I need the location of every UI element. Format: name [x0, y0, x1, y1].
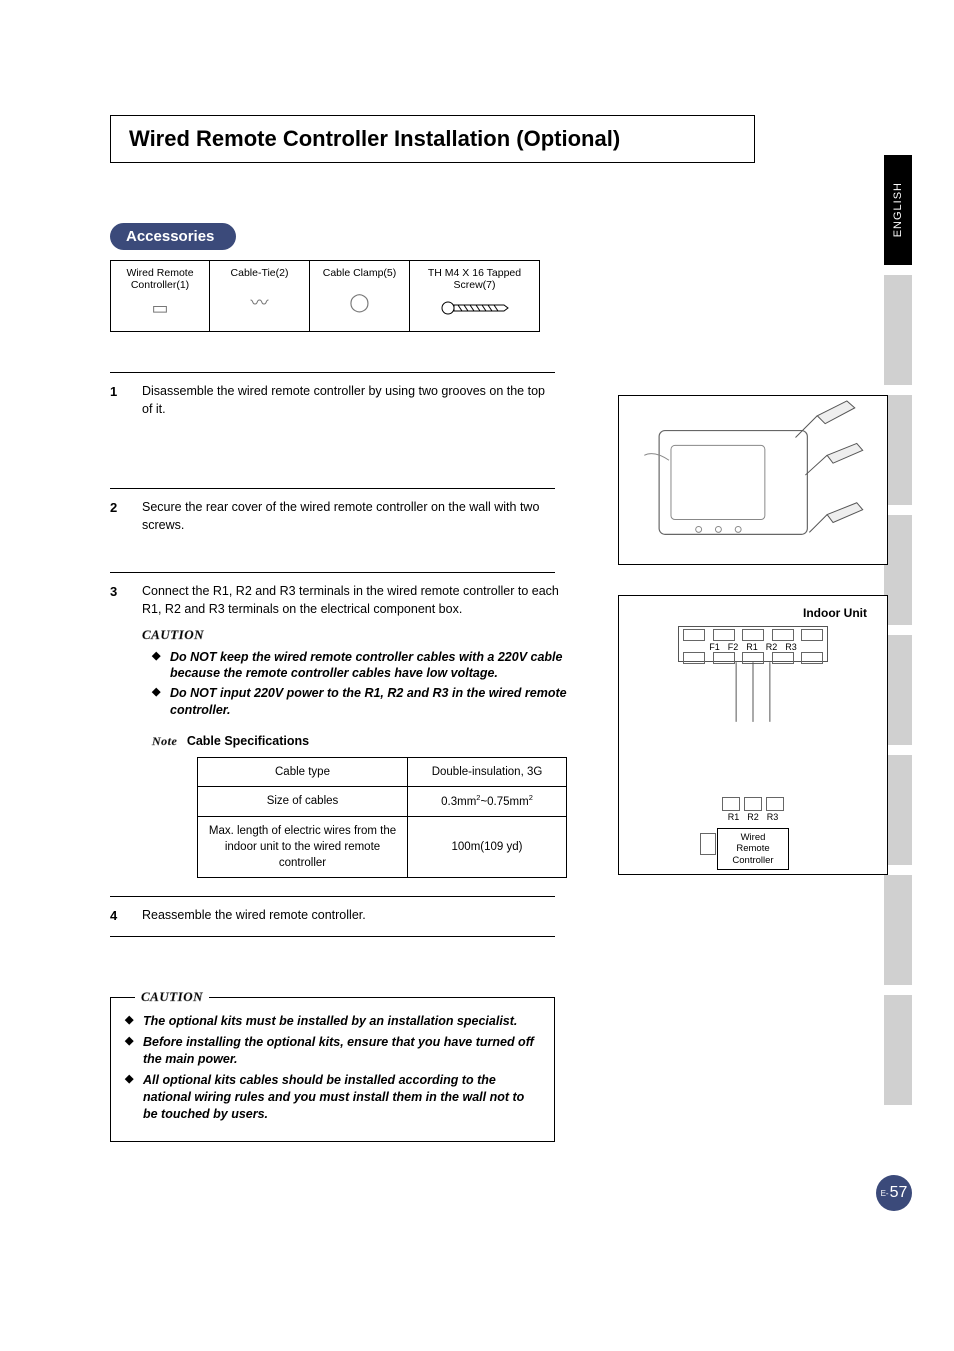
remote-label-line: Controller [722, 855, 784, 866]
terminal-label: R2 [766, 642, 778, 652]
step-body: Reassemble the wired remote controller. [142, 907, 555, 925]
note-label: Note [152, 733, 177, 750]
terminal-label: F2 [728, 642, 739, 652]
step-4: 4 Reassemble the wired remote controller… [110, 896, 555, 938]
caution-box-list: The optional kits must be installed by a… [125, 1013, 540, 1122]
remote-terminal-block [619, 797, 887, 811]
tapped-screw-icon [440, 291, 510, 325]
language-tab-label: ENGLISH [892, 182, 904, 237]
caution-item: Do NOT keep the wired remote controller … [152, 649, 567, 683]
accessories-heading: Accessories [110, 223, 236, 250]
step-body: Disassemble the wired remote controller … [142, 383, 555, 418]
step-number: 3 [110, 584, 124, 878]
accessories-row: Wired Remote Controller(1) ▭ Cable-Tie(2… [110, 260, 540, 332]
step-body: Connect the R1, R2 and R3 terminals in t… [142, 583, 567, 878]
step-3: 3 Connect the R1, R2 and R3 terminals in… [110, 572, 555, 896]
page-number: 57 [890, 1184, 908, 1202]
note-title: Cable Specifications [187, 734, 309, 748]
terminal-label: F1 [709, 642, 720, 652]
cable-clamp-icon: ◯ [349, 279, 369, 325]
spec-cell: Max. length of electric wires from the i… [198, 816, 408, 877]
language-tab-english: ENGLISH [884, 155, 912, 265]
remote-label-line: Wired [722, 832, 784, 843]
figure-disassembly [618, 395, 888, 565]
caution-box-label: CAUTION [135, 989, 209, 1005]
step-1: 1 Disassemble the wired remote controlle… [110, 372, 555, 488]
indoor-unit-label: Indoor Unit [619, 596, 887, 620]
acc-label: Wired Remote Controller(1) [117, 267, 203, 291]
terminal-label: R1 [728, 812, 740, 822]
terminal-label: R2 [747, 812, 759, 822]
remote-label-line: Remote [722, 843, 784, 854]
step-number: 4 [110, 908, 124, 925]
step-2: 2 Secure the rear cover of the wired rem… [110, 488, 555, 572]
caution-label: CAUTION [142, 626, 204, 644]
remote-controller-icon: ▭ [151, 291, 168, 325]
spec-cell: 0.3mm2~0.75mm2 [408, 786, 567, 816]
step-body: Secure the rear cover of the wired remot… [142, 499, 555, 534]
acc-label: Cable Clamp(5) [323, 267, 397, 279]
caution-box: CAUTION The optional kits must be instal… [110, 997, 555, 1141]
step-number: 2 [110, 500, 124, 534]
spec-cell: Double-insulation, 3G [408, 757, 567, 786]
caution-box-item: Before installing the optional kits, ens… [125, 1034, 540, 1068]
caution-box-item: The optional kits must be installed by a… [125, 1013, 540, 1030]
language-tabs-inactive [884, 275, 912, 1105]
cable-spec-table: Cable type Double-insulation, 3G Size of… [197, 757, 567, 878]
page-title-box: Wired Remote Controller Installation (Op… [110, 115, 755, 163]
spec-cell: 100m(109 yd) [408, 816, 567, 877]
caution-item: Do NOT input 220V power to the R1, R2 an… [152, 685, 567, 719]
steps: 1 Disassemble the wired remote controlle… [110, 372, 555, 937]
indoor-terminal-block: F1 F2 R1 R2 R3 [678, 626, 828, 662]
terminal-label: R3 [767, 812, 779, 822]
terminal-label: R1 [746, 642, 758, 652]
cable-tie-icon: 〰 [251, 279, 269, 325]
caution-box-item: All optional kits cables should be insta… [125, 1072, 540, 1123]
spec-cell: Cable type [198, 757, 408, 786]
figure-wiring: Indoor Unit F1 F2 R1 R2 R3 [618, 595, 888, 875]
step-number: 1 [110, 384, 124, 418]
page-number-badge: E-57 [876, 1175, 912, 1211]
caution-list: Do NOT keep the wired remote controller … [152, 649, 567, 720]
terminal-label: R3 [785, 642, 797, 652]
page-number-prefix: E- [881, 1189, 889, 1198]
wired-remote-label-box: Wired Remote Controller [717, 828, 789, 870]
acc-label: TH M4 X 16 Tapped Screw(7) [416, 267, 533, 291]
spec-cell: Size of cables [198, 786, 408, 816]
page-title: Wired Remote Controller Installation (Op… [129, 126, 736, 152]
acc-label: Cable-Tie(2) [231, 267, 289, 279]
step-text: Connect the R1, R2 and R3 terminals in t… [142, 583, 567, 618]
